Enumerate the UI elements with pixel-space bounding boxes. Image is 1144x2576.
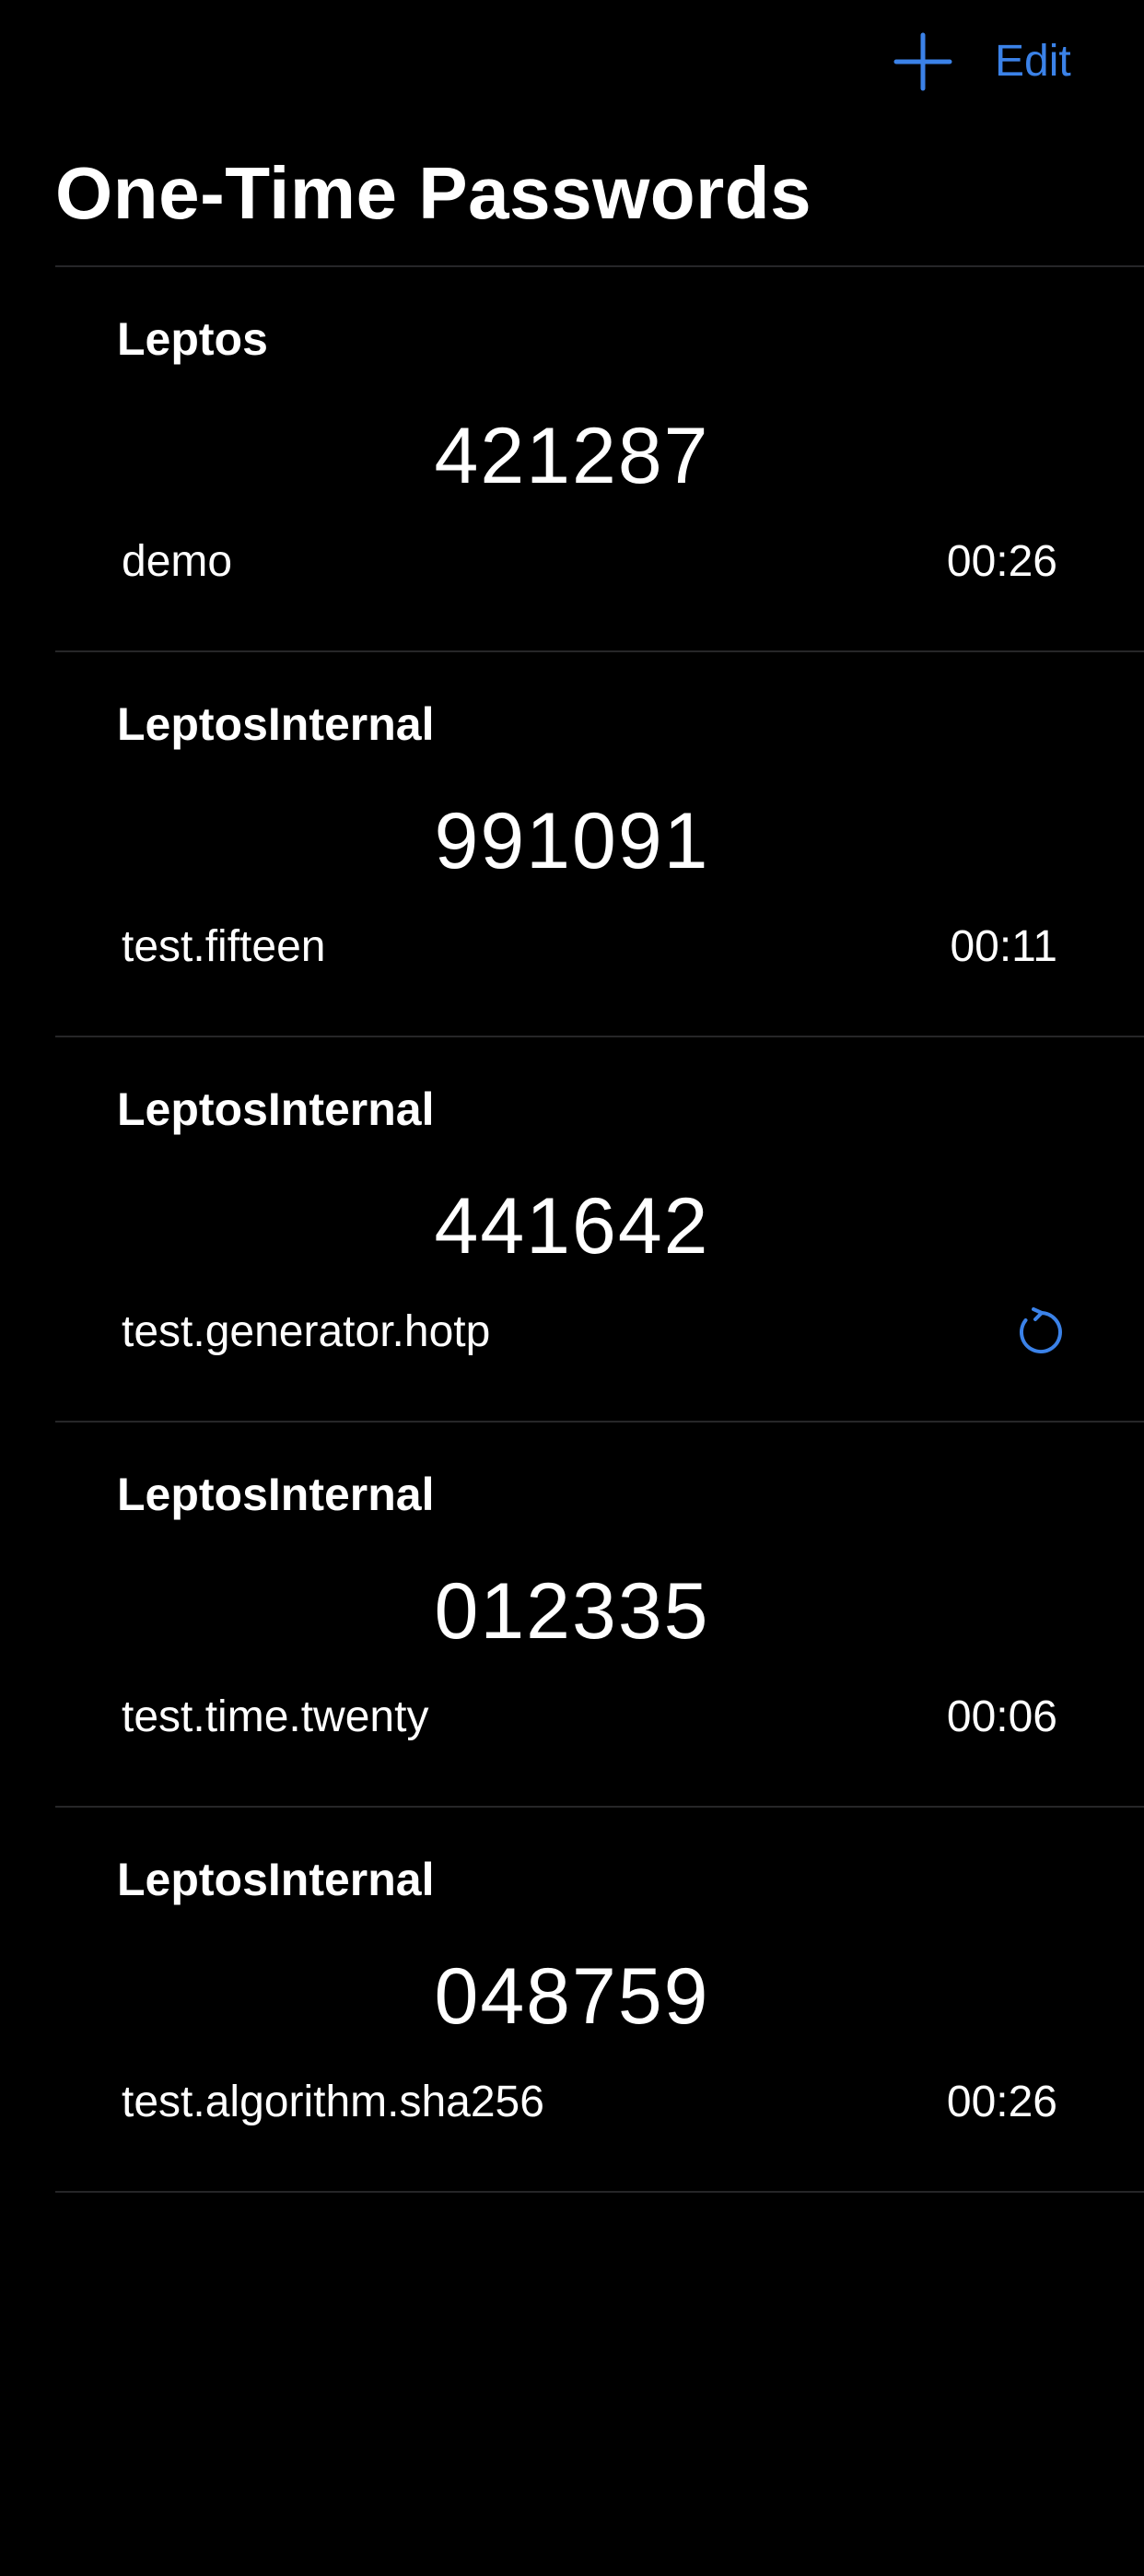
- token-row[interactable]: LeptosInternal 048759 test.algorithm.sha…: [55, 1806, 1144, 2191]
- token-row[interactable]: [55, 2191, 1144, 2576]
- token-account: demo: [122, 537, 233, 586]
- refresh-icon: [1020, 1307, 1062, 1353]
- token-row[interactable]: LeptosInternal 991091 test.fifteen 00:11: [55, 650, 1144, 1036]
- plus-icon: [893, 32, 952, 91]
- token-code: 421287: [434, 412, 710, 500]
- token-issuer: LeptosInternal: [117, 1854, 435, 1905]
- token-row[interactable]: Leptos 421287 demo 00:26: [55, 265, 1144, 650]
- token-issuer: LeptosInternal: [117, 1083, 435, 1135]
- token-timer: 00:26: [946, 2078, 1057, 2126]
- edit-button[interactable]: Edit: [995, 29, 1071, 94]
- page-title: One-Time Passwords: [55, 152, 812, 234]
- refresh-button[interactable]: [1013, 1305, 1068, 1360]
- token-issuer: Leptos: [117, 313, 268, 365]
- token-code: 012335: [434, 1567, 710, 1656]
- token-issuer: LeptosInternal: [117, 698, 435, 750]
- navigation-bar: Edit: [0, 0, 1144, 129]
- token-code: 991091: [434, 797, 710, 885]
- token-code: 441642: [434, 1182, 710, 1270]
- token-row[interactable]: LeptosInternal 441642 test.generator.hot…: [55, 1036, 1144, 1421]
- token-account: test.generator.hotp: [122, 1307, 491, 1356]
- token-account: test.time.twenty: [122, 1692, 429, 1741]
- token-account: test.algorithm.sha256: [122, 2078, 544, 2126]
- token-timer: 00:11: [950, 922, 1057, 971]
- token-row[interactable]: LeptosInternal 012335 test.time.twenty 0…: [55, 1421, 1144, 1806]
- token-code: 048759: [434, 1952, 710, 2041]
- token-list: Leptos 421287 demo 00:26 LeptosInternal …: [55, 265, 1144, 2576]
- token-timer: 00:26: [946, 537, 1057, 586]
- token-timer: 00:06: [946, 1692, 1057, 1741]
- token-issuer: LeptosInternal: [117, 1469, 435, 1520]
- token-account: test.fifteen: [122, 922, 326, 971]
- add-token-button[interactable]: [889, 28, 957, 96]
